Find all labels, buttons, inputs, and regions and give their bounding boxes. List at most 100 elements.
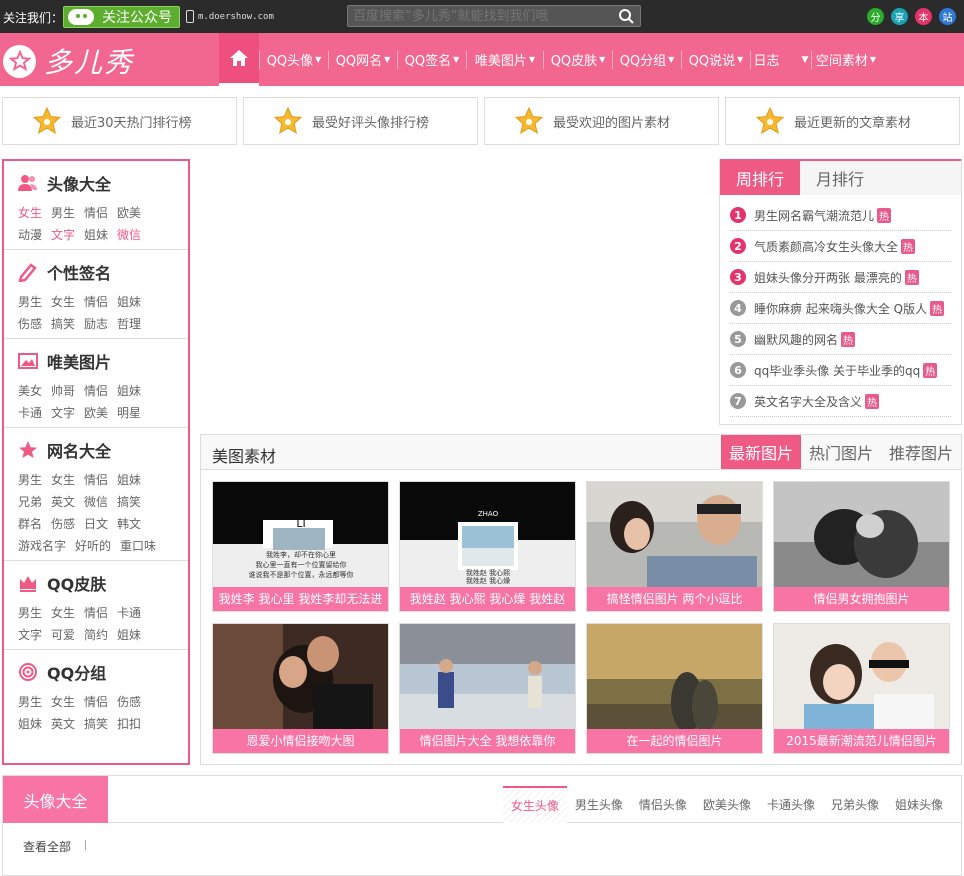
sidebar-link[interactable]: 文字	[51, 227, 75, 243]
sidebar-link[interactable]: 伤感	[51, 516, 75, 532]
sidebar-category-header[interactable]: 头像大全	[18, 171, 188, 195]
nav-item-5[interactable]: QQ分组 ▼	[613, 33, 681, 86]
nav-home[interactable]	[219, 33, 259, 86]
gallery-thumbnail[interactable]: 情侣图片大全 我想依靠你	[399, 623, 576, 754]
tab-weekly[interactable]: 周排行	[720, 161, 800, 195]
nav-item-1[interactable]: QQ网名 ▼	[329, 33, 397, 86]
ranking-item[interactable]: 5 幽默风趣的网名热	[730, 324, 951, 355]
sidebar-link[interactable]: 男生	[51, 205, 75, 221]
sidebar-link[interactable]: 搞笑	[51, 316, 75, 332]
avatar-tab-0[interactable]: 女生头像	[502, 786, 567, 823]
search-input[interactable]	[348, 6, 608, 26]
gallery-thumbnail[interactable]: 搞怪情侣图片 两个小逗比	[586, 481, 763, 612]
sidebar-link[interactable]: 英文	[51, 494, 75, 510]
sidebar-category-header[interactable]: QQ皮肤	[18, 571, 188, 595]
avatar-tab-6[interactable]: 姐妹头像	[887, 786, 951, 823]
sidebar-link[interactable]: 女生	[51, 694, 75, 710]
sidebar-link[interactable]: 男生	[18, 294, 42, 310]
quick-link-3[interactable]: 最近更新的文章素材	[725, 97, 960, 145]
sidebar-link[interactable]: 扣扣	[117, 716, 141, 732]
view-all-link[interactable]: 查看全部	[23, 838, 87, 855]
sidebar-link[interactable]: 情侣	[84, 383, 108, 399]
gallery-thumbnail[interactable]: 情侣男女拥抱图片	[773, 481, 950, 612]
sidebar-link[interactable]: 搞笑	[117, 494, 141, 510]
ranking-item[interactable]: 3 姐妹头像分开两张 最漂亮的热	[730, 262, 951, 293]
sidebar-link[interactable]: 重口味	[120, 538, 156, 554]
gallery-thumbnail[interactable]: 在一起的情侣图片	[586, 623, 763, 754]
avatar-tab-1[interactable]: 男生头像	[567, 786, 631, 823]
sidebar-link[interactable]: 明星	[117, 405, 141, 421]
sidebar-link[interactable]: 卡通	[117, 605, 141, 621]
nav-item-3[interactable]: 唯美图片 ▼	[467, 33, 543, 86]
share-icon-2[interactable]: 本	[915, 8, 932, 25]
sidebar-link[interactable]: 男生	[18, 605, 42, 621]
sidebar-link[interactable]: 女生	[18, 205, 42, 221]
sidebar-link[interactable]: 文字	[18, 627, 42, 643]
ranking-item[interactable]: 2 气质素颜高冷女生头像大全热	[730, 231, 951, 262]
sidebar-category-header[interactable]: 唯美图片	[18, 349, 188, 373]
sidebar-link[interactable]: 帅哥	[51, 383, 75, 399]
sidebar-link[interactable]: 姐妹	[117, 294, 141, 310]
sidebar-link[interactable]: 哲理	[117, 316, 141, 332]
sidebar-link[interactable]: 欧美	[84, 405, 108, 421]
sidebar-category-header[interactable]: 网名大全	[18, 438, 188, 462]
sidebar-link[interactable]: 伤感	[117, 694, 141, 710]
sidebar-link[interactable]: 情侣	[84, 472, 108, 488]
nav-item-8[interactable]: 空间素材 ▼	[812, 33, 880, 86]
sidebar-link[interactable]: 简约	[84, 627, 108, 643]
sidebar-link[interactable]: 英文	[51, 716, 75, 732]
nav-item-0[interactable]: QQ头像 ▼	[260, 33, 328, 86]
sidebar-link[interactable]: 女生	[51, 294, 75, 310]
avatar-tab-4[interactable]: 卡通头像	[759, 786, 823, 823]
share-icon-1[interactable]: 享	[891, 8, 908, 25]
nav-item-6[interactable]: QQ说说 ▼	[682, 33, 750, 86]
ranking-item[interactable]: 1 男生网名霸气潮流范儿热	[730, 200, 951, 231]
sidebar-link[interactable]: 姐妹	[18, 716, 42, 732]
share-icon-0[interactable]: 分	[867, 8, 884, 25]
sidebar-link[interactable]: 搞笑	[84, 716, 108, 732]
sidebar-link[interactable]: 男生	[18, 472, 42, 488]
nav-item-2[interactable]: QQ签名 ▼	[398, 33, 466, 86]
ranking-item[interactable]: 4 睡你麻痹 起来嗨头像大全 Q版人热	[730, 293, 951, 324]
tab-monthly[interactable]: 月排行	[800, 161, 880, 195]
mobile-site-link[interactable]: m.doershow.com	[186, 10, 274, 23]
sidebar-link[interactable]: 姐妹	[117, 383, 141, 399]
sidebar-link[interactable]: 伤感	[18, 316, 42, 332]
avatar-tab-2[interactable]: 情侣头像	[631, 786, 695, 823]
sidebar-link[interactable]: 微信	[117, 227, 141, 243]
sidebar-category-header[interactable]: 个性签名	[18, 260, 188, 284]
sidebar-link[interactable]: 兄弟	[18, 494, 42, 510]
quick-link-0[interactable]: 最近30天热门排行榜	[2, 97, 237, 145]
sidebar-link[interactable]: 微信	[84, 494, 108, 510]
search-icon[interactable]	[618, 8, 635, 25]
sidebar-link[interactable]: 姐妹	[117, 627, 141, 643]
gallery-thumbnail[interactable]: 恩爱小情侣接吻大图	[212, 623, 389, 754]
wechat-follow-button[interactable]: 关注公众号	[63, 6, 180, 28]
sidebar-link[interactable]: 情侣	[84, 294, 108, 310]
gallery-tab-0[interactable]: 最新图片	[720, 435, 801, 469]
sidebar-link[interactable]: 欧美	[117, 205, 141, 221]
sidebar-link[interactable]: 动漫	[18, 227, 42, 243]
nav-item-4[interactable]: QQ皮肤 ▼	[544, 33, 612, 86]
gallery-tab-2[interactable]: 推荐图片	[881, 435, 961, 469]
sidebar-link[interactable]: 好听的	[75, 538, 111, 554]
sidebar-link[interactable]: 男生	[18, 694, 42, 710]
sidebar-link[interactable]: 韩文	[117, 516, 141, 532]
ranking-item[interactable]: 7 英文名字大全及含义热	[730, 386, 951, 417]
sidebar-link[interactable]: 姐妹	[84, 227, 108, 243]
gallery-thumbnail[interactable]: LI 我姓李，却不在你心里 我心里一直有一个位置留给你 谁说我不是那个位置，永远都等你…	[212, 481, 389, 612]
avatar-tab-5[interactable]: 兄弟头像	[823, 786, 887, 823]
gallery-thumbnail[interactable]: ZHAO 我姓赵 我心熙 我姓赵 我心燥 我姓赵 我心熙 我心燥 我姓赵	[399, 481, 576, 612]
sidebar-link[interactable]: 励志	[84, 316, 108, 332]
gallery-thumbnail[interactable]: 2015最新潮流范儿情侣图片	[773, 623, 950, 754]
site-logo[interactable]: 多儿秀	[3, 41, 134, 81]
share-icon-3[interactable]: 站	[939, 8, 956, 25]
quick-link-1[interactable]: 最受好评头像排行榜	[243, 97, 478, 145]
gallery-tab-1[interactable]: 热门图片	[801, 435, 881, 469]
sidebar-link[interactable]: 群名	[18, 516, 42, 532]
sidebar-link[interactable]: 姐妹	[117, 472, 141, 488]
avatar-tab-3[interactable]: 欧美头像	[695, 786, 759, 823]
sidebar-link[interactable]: 游戏名字	[18, 538, 66, 554]
sidebar-link[interactable]: 情侣	[84, 694, 108, 710]
ranking-item[interactable]: 6 qq毕业季头像 关于毕业季的qq 热	[730, 355, 951, 386]
